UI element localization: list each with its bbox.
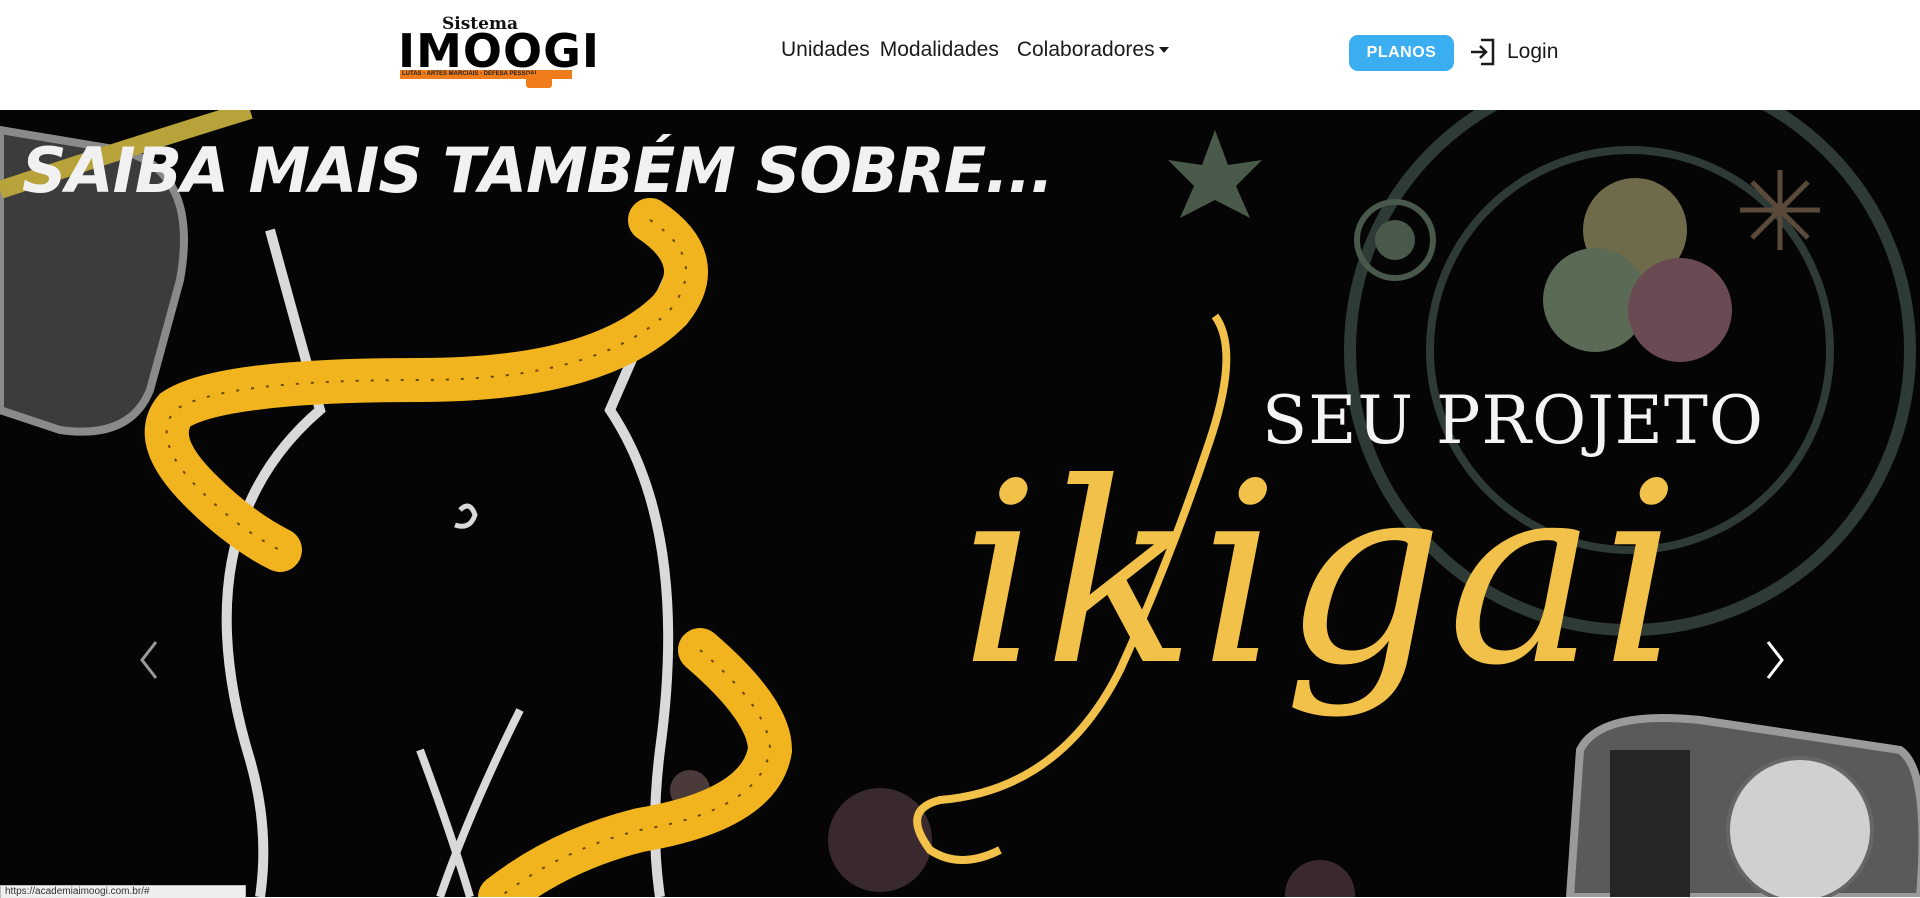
carousel-next-button[interactable]: [1756, 630, 1796, 690]
logo-sub-text: LUTAS - ARTES MARCIAIS - DEFESA PESSOAL: [402, 71, 539, 77]
hero-carousel: SAIBA MAIS TAMBÉM SOBRE... SEU PROJETO i…: [0, 110, 1920, 897]
hero-title: SAIBA MAIS TAMBÉM SOBRE...: [22, 134, 1054, 207]
nav-modalidades[interactable]: Modalidades: [880, 38, 999, 62]
status-bar-url: https://academiaimoogi.com.br/#: [0, 885, 246, 898]
login-icon: [1471, 38, 1495, 66]
nav-colaboradores-label: Colaboradores: [1016, 38, 1155, 61]
top-navbar: Sistema IMOOGI LUTAS - ARTES MARCIAIS - …: [0, 0, 1920, 110]
nav-colaboradores-dropdown[interactable]: Colaboradores: [1017, 38, 1169, 62]
logo-main-text: IMOOGI: [398, 24, 600, 78]
nav-unidades[interactable]: Unidades: [781, 38, 870, 62]
login-label: Login: [1507, 40, 1559, 63]
carousel-prev-button[interactable]: [128, 630, 168, 690]
belt-knot-icon: [526, 74, 552, 88]
login-link[interactable]: Login: [1467, 36, 1558, 68]
planos-button[interactable]: PLANOS: [1349, 35, 1454, 71]
chevron-right-icon: [1766, 641, 1784, 679]
site-logo[interactable]: Sistema IMOOGI LUTAS - ARTES MARCIAIS - …: [398, 14, 599, 92]
hero-script-text: ikigai: [960, 429, 1685, 720]
caret-down-icon: [1158, 47, 1169, 54]
chevron-left-icon: [140, 641, 158, 679]
main-nav: Unidades Modalidades Colaboradores: [781, 38, 1179, 62]
